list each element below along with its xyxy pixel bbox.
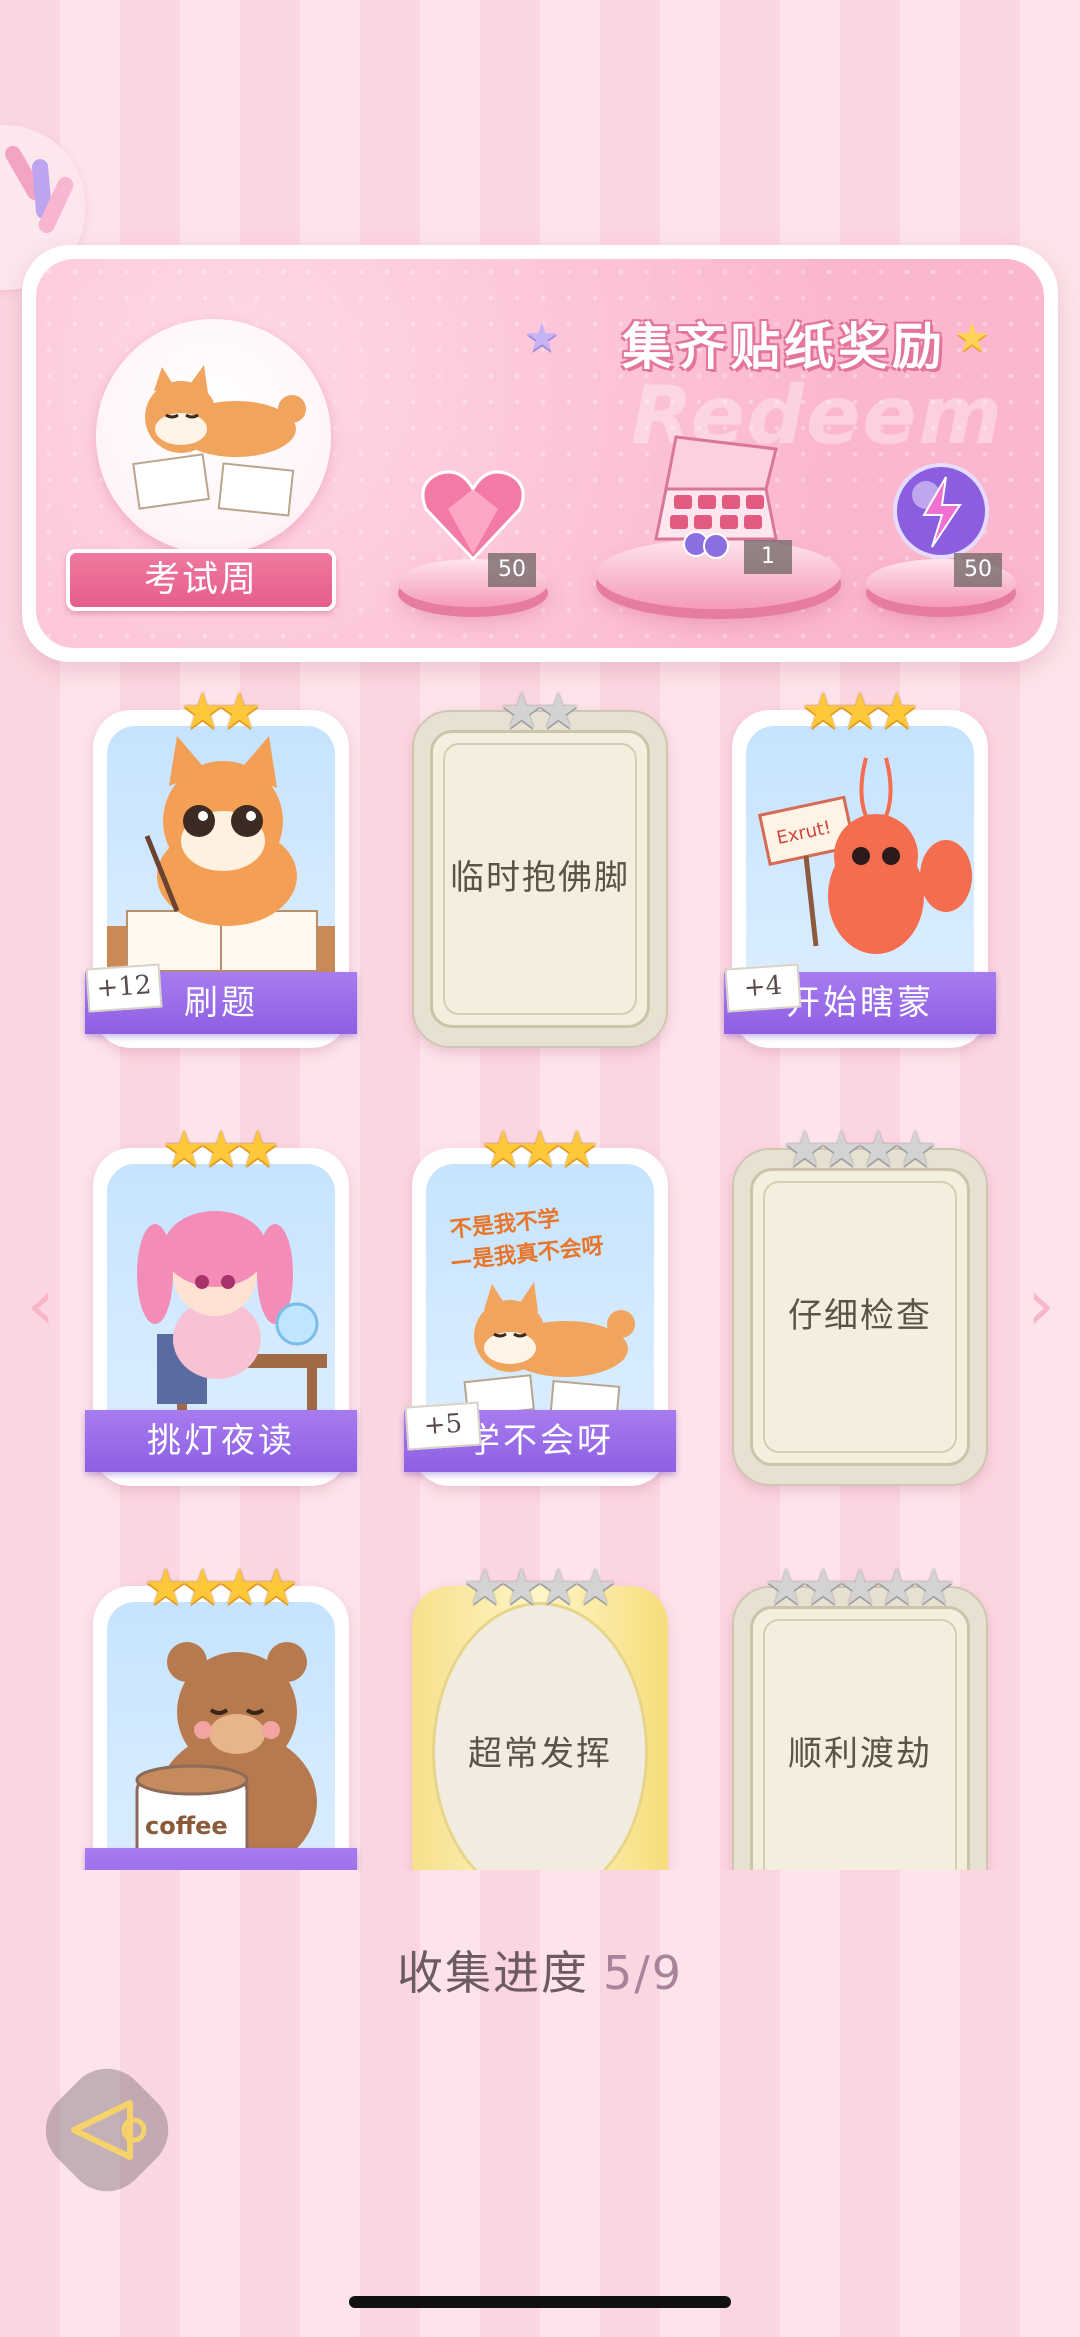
star-rating: ★★★★: [732, 1122, 988, 1176]
sticker-card[interactable]: coffee ★★★★: [85, 1560, 357, 1870]
sticker-art: 不是我不学 —是我真不会呀: [426, 1164, 654, 1436]
star-rating: ★★: [412, 690, 668, 738]
banner-title: 集齐贴纸奖励: [622, 317, 946, 376]
star-empty-icon: ★: [536, 690, 581, 740]
svg-text:coffee: coffee: [145, 1812, 228, 1840]
sticker-name: 仔细检查: [788, 1296, 932, 1336]
sticker-name: 临时抱佛脚: [450, 858, 630, 898]
sticker-card-locked[interactable]: ★★ 临时抱佛脚: [412, 690, 668, 1048]
home-indicator[interactable]: [349, 2296, 731, 2308]
sticker-card-locked[interactable]: ★★★★★ 顺利渡劫: [732, 1560, 988, 1870]
back-button[interactable]: [29, 2052, 185, 2208]
sticker-card[interactable]: 不是我不学 —是我真不会呀 ★★★ 学不会呀 +5: [404, 1122, 676, 1486]
star-rating: ★★★★: [93, 1560, 349, 1614]
sticker-name: 顺利渡劫: [788, 1734, 932, 1774]
star-rating: ★★★: [412, 1122, 668, 1176]
star-empty-icon: ★: [892, 1120, 938, 1178]
sparkle-star-icon: ★: [954, 315, 990, 361]
sticker-card-locked-gold[interactable]: ★★★★ 超常发挥: [412, 1560, 668, 1870]
shiba-sad-icon: 不是我不学 —是我真不会呀: [449, 1206, 635, 1422]
sticker-card[interactable]: ★★ 刷题 +12: [85, 690, 357, 1048]
star-rating: ★★★★: [412, 1560, 668, 1614]
svg-text:不是我不学: 不是我不学: [449, 1206, 561, 1243]
cat-writing-icon: [107, 736, 335, 998]
star-empty-icon: ★: [911, 1558, 957, 1616]
sparkle-star-icon: ★: [524, 315, 560, 361]
sticker-name: 挑灯夜读: [85, 1410, 357, 1472]
prev-page-button[interactable]: ‹: [16, 1265, 66, 1345]
reward-count: 1: [744, 540, 792, 574]
sticker-name: [85, 1848, 357, 1870]
duplicate-count-tag: +4: [724, 963, 802, 1013]
shiba-sleeping-icon: [132, 365, 306, 517]
duplicate-count-tag: +12: [85, 963, 163, 1013]
sticker-art: [107, 1164, 335, 1436]
star-empty-icon: ★: [572, 1558, 618, 1616]
duplicate-count-tag: +5: [404, 1401, 482, 1451]
sticker-art: coffee: [107, 1602, 335, 1870]
bear-coffee-icon: coffee: [135, 1642, 317, 1870]
sticker-art: [107, 726, 335, 998]
sticker-card-locked[interactable]: ★★★★ 仔细检查: [732, 1122, 988, 1486]
star-filled-icon: ★: [235, 1120, 281, 1178]
star-rating: ★★★: [93, 1122, 349, 1176]
shrimp-sign-icon: Exrut!: [757, 757, 972, 954]
star-filled-icon: ★: [874, 690, 920, 740]
sticker-grid: ★★ 刷题 +12 ★★ 临时抱佛脚 Exrut! ★★★ 开始瞎蒙 +4 ★★…: [0, 690, 1080, 1870]
next-page-button[interactable]: ›: [1016, 1265, 1066, 1345]
star-filled-icon: ★: [554, 1120, 600, 1178]
girl-studying-icon: [137, 1211, 327, 1428]
sticker-card[interactable]: ★★★ 挑灯夜读: [85, 1122, 357, 1486]
pink-heart-gem-icon[interactable]: [418, 464, 528, 564]
star-rating: ★★: [93, 690, 349, 738]
reward-count: 50: [954, 553, 1002, 587]
deck-sticker: [96, 319, 331, 554]
purple-lightning-orb-icon[interactable]: [886, 459, 996, 564]
star-rating: ★★★: [732, 690, 988, 738]
reward-banner: Redeem ★ ★ 集齐贴纸奖励 考试周 50 1 50: [22, 245, 1058, 662]
star-filled-icon: ★: [253, 1558, 299, 1616]
deck-name-label: 考试周: [66, 549, 336, 611]
sticker-card[interactable]: Exrut! ★★★ 开始瞎蒙 +4: [724, 690, 996, 1048]
back-arrow-icon: [71, 2100, 147, 2160]
star-rating: ★★★★★: [732, 1560, 988, 1614]
sticker-name: 超常发挥: [468, 1734, 612, 1774]
collection-progress: 收集进度 5/9: [0, 1937, 1080, 2003]
star-filled-icon: ★: [217, 690, 262, 740]
progress-value: 5/9: [602, 1946, 684, 2000]
sticker-art: Exrut!: [746, 726, 974, 998]
reward-count: 50: [488, 553, 536, 587]
progress-label: 收集进度: [396, 1946, 589, 2000]
